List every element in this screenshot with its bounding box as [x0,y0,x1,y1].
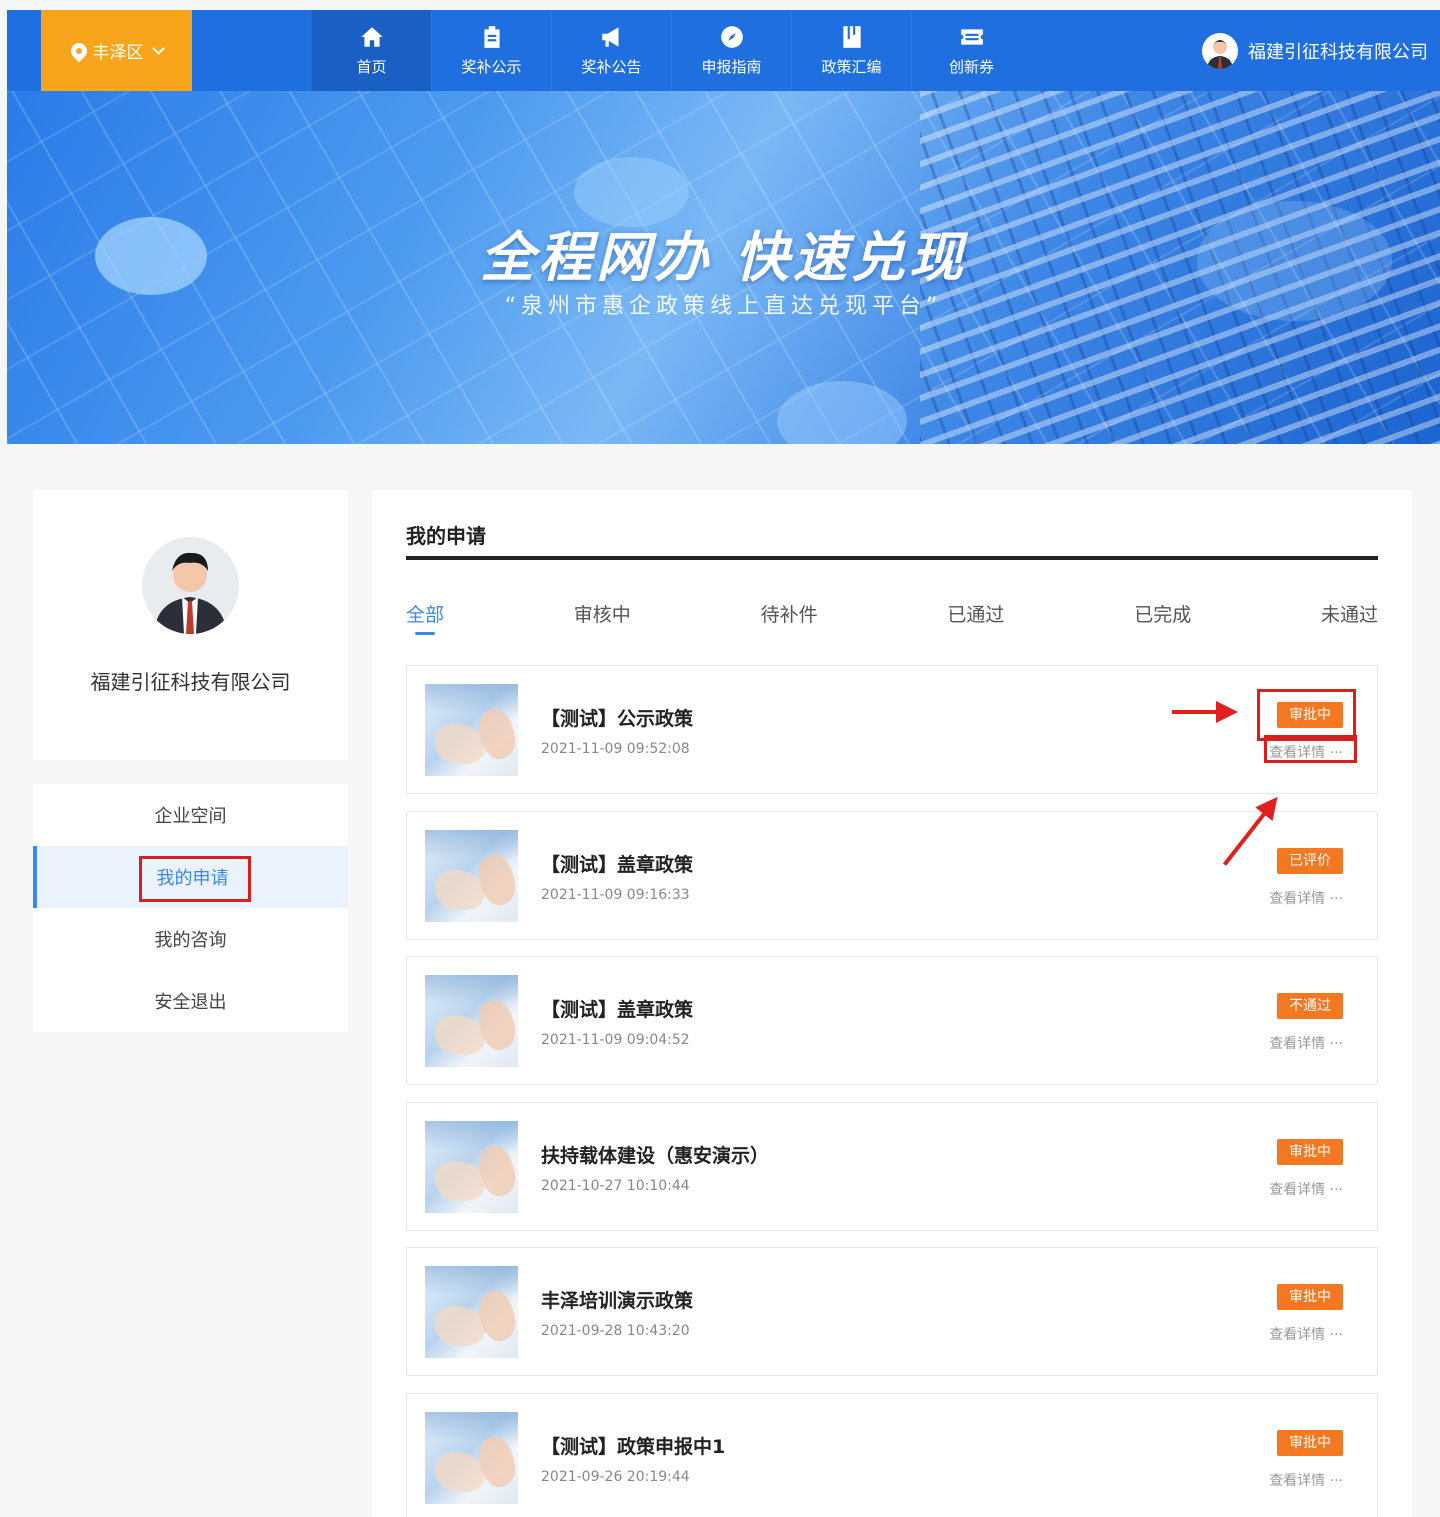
profile-avatar [142,537,239,634]
nav-label: 创新券 [948,58,994,76]
sidebar-item-my-applications[interactable]: 我的申请 [33,846,348,908]
tab-completed[interactable]: 已完成 [1134,600,1191,639]
region-selector[interactable]: 丰泽区 [41,10,192,91]
megaphone-icon [601,27,618,47]
nav-policy-compilation[interactable]: 政策汇编 [791,10,911,91]
avatar [1202,32,1238,69]
nav-home[interactable]: 首页 [311,10,431,91]
application-date: 2021-11-09 09:04:52 [541,1032,690,1048]
nav-label: 奖补公告 [581,58,642,76]
view-details-link[interactable]: 查看详情 ··· [1269,1179,1343,1199]
application-card[interactable]: 【测试】盖章政策 2021-11-09 09:16:33 已评价 查看详情 ··… [406,810,1378,940]
policy-thumbnail [425,684,518,776]
sidebar-item-label: 企业空间 [154,806,227,827]
sidebar-menu: 企业空间 我的申请 我的咨询 安全退出 [33,784,348,1032]
sidebar-item-my-consultations[interactable]: 我的咨询 [33,908,348,970]
application-date: 2021-09-26 20:19:44 [541,1468,690,1485]
application-card[interactable]: 【测试】盖章政策 2021-11-09 09:04:52 不通过 查看详情 ··… [406,956,1378,1085]
detail-highlight-box [1264,735,1357,763]
application-date: 2021-11-09 09:52:08 [541,741,690,757]
title-divider [406,556,1378,560]
status-badge: 已评价 [1277,847,1343,874]
application-title[interactable]: 【测试】盖章政策 [541,850,693,877]
application-title[interactable]: 扶持载体建设（惠安演示） [541,1141,769,1168]
clipboard-icon [483,26,500,48]
ticket-icon [960,29,983,45]
application-card[interactable]: 丰泽培训演示政策 2021-09-28 10:43:20 审批中 查看详情 ··… [406,1247,1378,1376]
policy-thumbnail [425,975,518,1067]
region-label: 丰泽区 [92,43,144,63]
chevron-down-icon [151,42,165,55]
view-details-link[interactable]: 查看详情 ··· [1269,888,1343,908]
nav-label: 首页 [356,58,387,76]
status-badge: 不通过 [1277,993,1343,1019]
top-navigation-bar: 丰泽区 首页 奖补公示 奖补公告 申报指南 政策汇编 创新券 福建引征科技有限公… [7,10,1440,91]
hero-banner: 全程网办 快速兑现 “泉州市惠企政策线上直达兑现平台” [7,91,1440,444]
view-details-link[interactable]: 查看详情 ··· [1269,1324,1343,1344]
tab-pending-supplement[interactable]: 待补件 [761,600,818,639]
view-details-link[interactable]: 查看详情 ··· [1269,1033,1343,1053]
highlight-box [139,856,251,902]
profile-company-name: 福建引征科技有限公司 [90,670,291,694]
application-title[interactable]: 【测试】公示政策 [541,704,693,731]
nav-label: 申报指南 [701,58,762,76]
main-nav: 首页 奖补公示 奖补公告 申报指南 政策汇编 创新券 [311,10,1031,91]
status-badge: 审批中 [1277,1284,1343,1310]
application-card[interactable]: 【测试】政策申报中1 2021-09-26 20:19:44 审批中 查看详情 … [406,1392,1378,1517]
policy-thumbnail [425,829,518,922]
application-title[interactable]: 丰泽培训演示政策 [541,1286,693,1313]
book-icon [842,26,861,48]
tab-approved[interactable]: 已通过 [947,600,1004,639]
nav-award-publicity[interactable]: 奖补公示 [431,10,551,91]
application-title[interactable]: 【测试】盖章政策 [541,995,693,1022]
location-pin-icon [67,39,90,62]
nav-label: 奖补公示 [461,58,522,76]
status-highlight-box [1257,689,1356,741]
tab-rejected[interactable]: 未通过 [1321,600,1378,639]
policy-thumbnail [425,1120,518,1213]
compass-icon [720,26,743,48]
sidebar-item-enterprise-space[interactable]: 企业空间 [33,784,348,846]
nav-award-notice[interactable]: 奖补公告 [551,10,671,91]
view-details-link[interactable]: 查看详情 ··· [1269,1470,1343,1490]
arrow-icon [1172,701,1238,723]
policy-thumbnail [425,1266,518,1358]
application-date: 2021-09-28 10:43:20 [541,1323,690,1339]
sidebar-item-label: 我的咨询 [154,930,227,951]
application-date: 2021-10-27 10:10:44 [541,1177,690,1194]
sidebar-item-logout[interactable]: 安全退出 [33,970,348,1032]
header-company-name: 福建引征科技有限公司 [1248,41,1428,63]
nav-application-guide[interactable]: 申报指南 [671,10,791,91]
application-card[interactable]: 【测试】公示政策 2021-11-09 09:52:08 审批中 查看详情 ··… [406,665,1378,794]
profile-card: 福建引征科技有限公司 [33,490,348,760]
nav-innovation-voucher[interactable]: 创新券 [911,10,1031,91]
tab-reviewing[interactable]: 审核中 [574,600,631,639]
tab-all[interactable]: 全部 [406,600,444,639]
nav-label: 政策汇编 [821,58,882,76]
application-date: 2021-11-09 09:16:33 [541,886,690,903]
status-badge: 审批中 [1277,1429,1343,1456]
main-panel: 我的申请 全部 审核中 待补件 已通过 已完成 未通过 【测试】公示政策 202… [372,490,1412,1517]
home-icon [360,27,383,47]
application-title[interactable]: 【测试】政策申报中1 [541,1432,725,1459]
status-badge: 审批中 [1277,1138,1343,1165]
banner-subtitle: “泉州市惠企政策线上直达兑现平台” [504,294,943,319]
user-menu[interactable]: 福建引征科技有限公司 [1202,10,1428,91]
application-card[interactable]: 扶持载体建设（惠安演示） 2021-10-27 10:10:44 审批中 查看详… [406,1101,1378,1231]
banner-title: 全程网办 快速兑现 [480,226,967,289]
status-tabs: 全部 审核中 待补件 已通过 已完成 未通过 [406,600,1378,639]
policy-thumbnail [425,1411,518,1504]
sidebar-item-label: 安全退出 [154,992,227,1013]
page-title: 我的申请 [406,524,486,548]
